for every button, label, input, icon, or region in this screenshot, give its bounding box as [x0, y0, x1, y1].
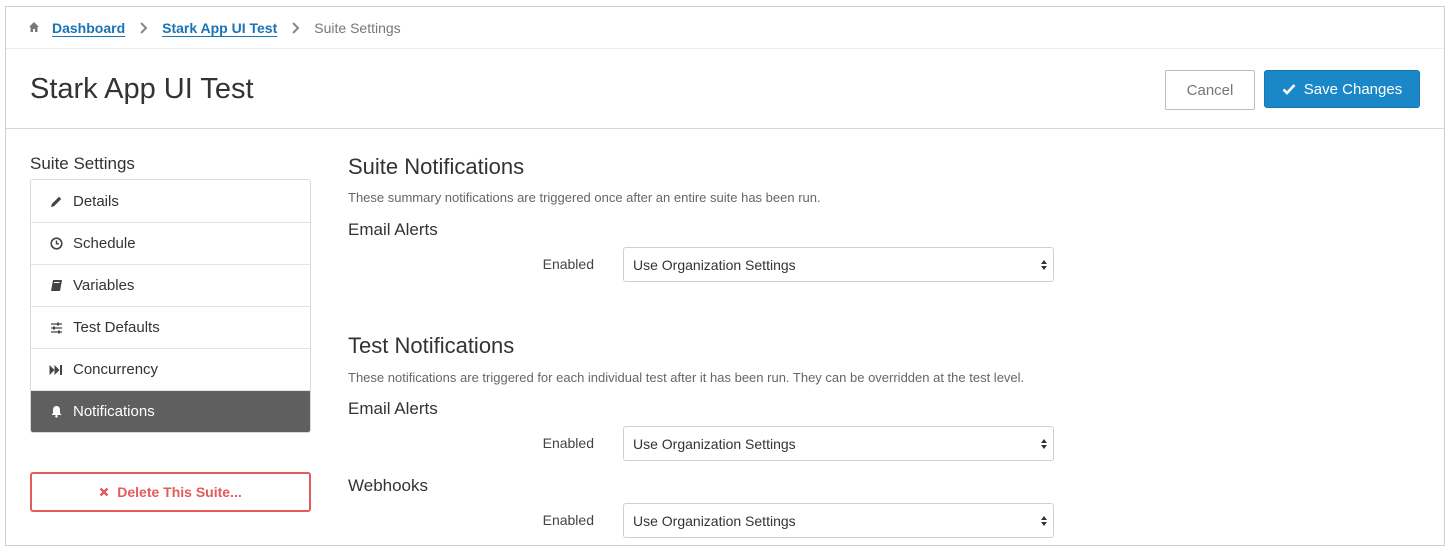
breadcrumb: Dashboard Stark App UI Test Suite Settin…: [6, 7, 1444, 49]
sidebar-item-label: Details: [73, 192, 119, 210]
webhooks-title: Webhooks: [348, 476, 429, 495]
suite-notifications-description: These summary notifications are triggere…: [348, 190, 821, 205]
suite-email-alerts-select[interactable]: Use Organization Settings: [623, 247, 1054, 282]
bell-icon: [49, 405, 63, 419]
suite-email-alerts-title: Email Alerts: [348, 220, 438, 239]
breadcrumb-link-suite[interactable]: Stark App UI Test: [162, 20, 277, 36]
app-frame: Dashboard Stark App UI Test Suite Settin…: [5, 6, 1445, 546]
sidebar-item-details[interactable]: Details: [31, 180, 310, 222]
close-icon: [99, 487, 109, 497]
book-icon: [49, 279, 63, 293]
save-changes-button[interactable]: Save Changes: [1264, 70, 1420, 108]
page-title: Stark App UI Test: [30, 73, 254, 105]
updown-arrows-icon: [1040, 436, 1048, 452]
suite-email-enabled-label: Enabled: [542, 256, 594, 272]
chevron-right-icon: [291, 21, 300, 34]
sidebar-item-variables[interactable]: Variables: [31, 264, 310, 306]
cancel-button[interactable]: Cancel: [1165, 70, 1255, 110]
delete-suite-label: Delete This Suite...: [117, 484, 242, 500]
sidebar-item-label: Variables: [73, 277, 135, 294]
sidebar-item-schedule[interactable]: Schedule: [31, 222, 310, 264]
delete-suite-button[interactable]: Delete This Suite...: [30, 472, 311, 512]
select-value: Use Organization Settings: [633, 435, 796, 452]
save-button-label: Save Changes: [1303, 80, 1403, 98]
breadcrumb-link-dashboard[interactable]: Dashboard: [52, 20, 125, 36]
select-value: Use Organization Settings: [633, 512, 796, 529]
sidebar-item-label: Concurrency: [73, 361, 159, 378]
sidebar-item-test-defaults[interactable]: Test Defaults: [31, 306, 310, 348]
clock-icon: [49, 237, 63, 251]
sidebar-item-label: Test Defaults: [73, 319, 160, 336]
check-icon: [1282, 83, 1296, 95]
updown-arrows-icon: [1040, 513, 1048, 529]
test-notifications-title: Test Notifications: [348, 333, 515, 358]
webhooks-select[interactable]: Use Organization Settings: [623, 503, 1054, 538]
sidebar-nav: Details Schedule Variables Test Defaults…: [30, 179, 311, 433]
updown-arrows-icon: [1040, 257, 1048, 273]
page-header: Stark App UI Test Cancel Save Changes: [6, 49, 1444, 129]
home-icon: [28, 21, 42, 35]
sidebar-item-label: Schedule: [73, 235, 136, 252]
sidebar-item-notifications[interactable]: Notifications: [31, 390, 310, 432]
sliders-icon: [49, 321, 63, 335]
select-value: Use Organization Settings: [633, 256, 796, 273]
pencil-icon: [49, 194, 63, 208]
fast-forward-icon: [49, 363, 63, 377]
sidebar-title: Suite Settings: [30, 154, 135, 173]
suite-notifications-title: Suite Notifications: [348, 154, 525, 179]
test-email-alerts-title: Email Alerts: [348, 399, 438, 418]
test-email-enabled-label: Enabled: [542, 435, 594, 451]
sidebar-item-concurrency[interactable]: Concurrency: [31, 348, 310, 390]
breadcrumb-current: Suite Settings: [314, 19, 401, 36]
sidebar-item-label: Notifications: [73, 403, 155, 420]
webhooks-enabled-label: Enabled: [542, 512, 594, 528]
test-notifications-description: These notifications are triggered for ea…: [348, 370, 1025, 385]
chevron-right-icon: [139, 21, 148, 34]
test-email-alerts-select[interactable]: Use Organization Settings: [623, 426, 1054, 461]
cancel-button-label: Cancel: [1186, 81, 1234, 99]
